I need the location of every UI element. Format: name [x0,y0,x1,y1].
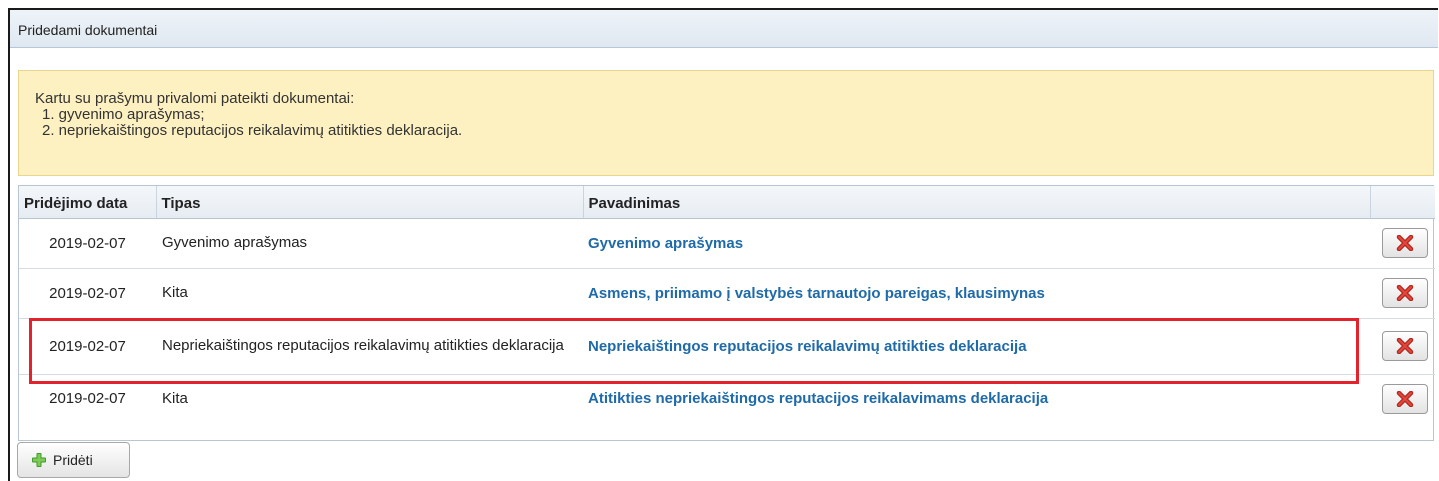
row-type: Kita [162,389,188,407]
row-type: Kita [156,268,583,319]
delete-button[interactable] [1381,278,1428,308]
column-header-type[interactable]: Tipas [156,186,584,219]
table-row: 2019-02-07 Kita Asmens, priimamo į valst… [19,268,1435,319]
red-x-icon [1396,285,1413,301]
delete-button[interactable] [1381,228,1428,258]
column-header-actions [1370,186,1435,219]
add-document-button[interactable]: Pridėti [17,442,130,478]
red-x-icon [1396,338,1413,354]
panel-title: Pridedami dokumentai [10,10,1438,48]
document-link[interactable]: Nepriekaištingos reputacijos reikalavimų… [588,338,1027,355]
row-date: 2019-02-07 [19,218,156,269]
column-header-name[interactable]: Pavadinimas [583,186,1371,219]
required-documents-list: 1. gyvenimo aprašymas; 2. nepriekaišting… [35,107,1433,139]
table-row: 2019-02-07 Gyvenimo aprašymas Gyvenimo a… [19,218,1435,269]
document-link[interactable]: Gyvenimo aprašymas [588,235,743,252]
list-item: 2. nepriekaištingos reputacijos reikalav… [42,122,463,139]
table-row: 2019-02-07 Nepriekaištingos reputacijos … [19,318,1435,375]
row-date: 2019-02-07 [19,318,156,375]
documents-panel: Pridedami dokumentai Kartu su prašymu pr… [8,8,1438,481]
delete-button[interactable] [1381,331,1428,361]
notice-intro: Kartu su prašymu privalomi pateikti doku… [35,90,355,107]
table-row: 2019-02-07 Kita Atitikties nepriekaištin… [19,374,1435,423]
list-item: 1. gyvenimo aprašymas; [42,106,205,123]
row-date: 2019-02-07 [19,268,156,319]
row-date: 2019-02-07 [49,390,126,408]
green-plus-icon [32,453,46,467]
required-documents-notice: Kartu su prašymu privalomi pateikti doku… [18,70,1434,176]
documents-table: Pridėjimo data Tipas Pavadinimas 2019-02… [18,185,1435,441]
red-x-icon [1396,390,1413,407]
document-link[interactable]: Atitikties nepriekaištingos reputacijos … [588,390,1048,407]
document-link[interactable]: Asmens, priimamo į valstybės tarnautojo … [588,285,1045,302]
red-x-icon [1396,235,1413,251]
row-type: Gyvenimo aprašymas [156,218,583,269]
column-header-date[interactable]: Pridėjimo data [19,186,157,219]
delete-button[interactable] [1381,383,1428,414]
row-type: Nepriekaištingos reputacijos reikalavimų… [156,318,583,375]
add-button-label: Pridėti [53,452,93,468]
